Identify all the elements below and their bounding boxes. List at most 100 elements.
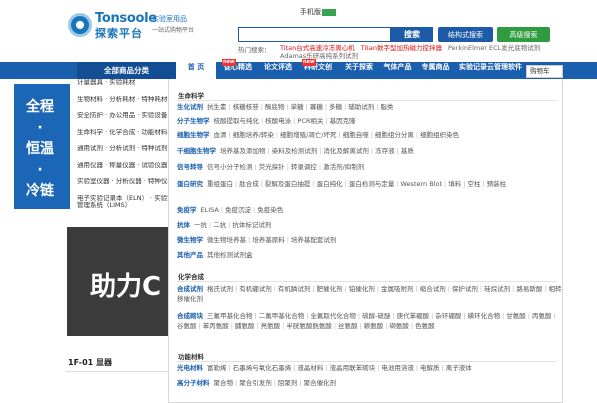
hot-search-term[interactable]: Titan台式高速冷冻离心机 bbox=[280, 44, 355, 52]
mega-subcategory-link[interactable]: 亮氨酸 bbox=[261, 322, 281, 330]
nav-item[interactable]: 实验记录云管理软件 bbox=[455, 62, 526, 79]
mega-category-link[interactable]: 免疫学 bbox=[177, 206, 197, 214]
mega-subcategory-link[interactable]: Western Blot bbox=[401, 180, 443, 188]
mega-subcategory-link[interactable]: 一抗 bbox=[194, 221, 207, 229]
mega-subcategory-link[interactable]: 二抗 bbox=[213, 221, 226, 229]
search-input[interactable] bbox=[238, 27, 391, 42]
mega-subcategory-link[interactable]: 三氟甲基化合物 bbox=[207, 312, 253, 320]
mega-subcategory-link[interactable]: 硅烷试剂 bbox=[484, 285, 510, 293]
mega-subcategory-link[interactable]: 免疫沉淀 bbox=[225, 206, 251, 214]
mega-subcategory-link[interactable]: 半胱氨酸胱氨酸 bbox=[286, 322, 332, 330]
mega-subcategory-link[interactable]: 丝氨酸 bbox=[338, 322, 358, 330]
left-category-item[interactable]: 生命科学 · 化学合成 · 功能材料 bbox=[77, 129, 176, 146]
mega-category-link[interactable]: 抗体 bbox=[177, 221, 190, 229]
mega-subcategory-link[interactable]: 磺环化合物 bbox=[468, 312, 501, 320]
mega-subcategory-link[interactable]: 多糖 bbox=[329, 103, 342, 111]
mega-subcategory-link[interactable]: 电解质 bbox=[420, 364, 440, 372]
mega-subcategory-link[interactable]: 基质 bbox=[401, 147, 414, 155]
mega-subcategory-link[interactable]: 基因克隆 bbox=[330, 117, 356, 125]
structure-search-button[interactable]: 结构式搜索 bbox=[438, 27, 493, 42]
mega-subcategory-link[interactable]: 富勒烯 bbox=[207, 364, 227, 372]
mega-category-link[interactable]: 蛋白研究 bbox=[177, 180, 203, 188]
advanced-search-button[interactable]: 高级搜索 bbox=[497, 27, 550, 42]
mega-subcategory-link[interactable]: 聚合引发剂 bbox=[239, 379, 272, 387]
left-category-item[interactable]: 计量器具 · 实验耗材 bbox=[77, 79, 176, 96]
mega-category-link[interactable]: 信号转导 bbox=[177, 163, 203, 171]
nav-item-label[interactable]: 实验记录云管理软件 bbox=[459, 63, 522, 71]
mega-subcategory-link[interactable]: 赖氨酸 bbox=[364, 322, 384, 330]
nav-item[interactable]: 论文评选 bbox=[259, 62, 297, 79]
mega-subcategory-link[interactable]: 重组蛋白 bbox=[207, 180, 233, 188]
mega-subcategory-link[interactable]: 激活剂/抑制剂 bbox=[323, 163, 364, 171]
mega-category-link[interactable]: 干细胞生物学 bbox=[177, 147, 216, 155]
mega-subcategory-link[interactable]: 预装柱 bbox=[487, 180, 507, 188]
mega-subcategory-link[interactable]: 肥催化剂 bbox=[317, 285, 343, 293]
mega-subcategory-link[interactable]: 核酸电泳 bbox=[265, 117, 291, 125]
mega-subcategory-link[interactable]: 甘氨酸 bbox=[506, 312, 526, 320]
mega-subcategory-link[interactable]: 二氟甲基化合物 bbox=[259, 312, 305, 320]
mega-subcategory-link[interactable]: 聚合物 bbox=[214, 379, 234, 387]
mega-subcategory-link[interactable]: 铂催化剂 bbox=[349, 285, 375, 293]
mega-category-link[interactable]: 合成砌块 bbox=[177, 312, 203, 320]
mega-subcategory-link[interactable]: 脯氨酸 bbox=[235, 322, 255, 330]
mega-subcategory-link[interactable]: 液晶材料 bbox=[297, 364, 323, 372]
mega-subcategory-link[interactable]: 培养基配套试剂 bbox=[291, 236, 337, 244]
hot-search-term[interactable]: PerkinElmer ECL发光底物试剂 bbox=[448, 44, 540, 52]
mega-subcategory-link[interactable]: 缩合试剂 bbox=[420, 285, 446, 293]
mega-category-link[interactable]: 高分子材料 bbox=[177, 379, 210, 387]
hot-search-term[interactable]: Titan数字型加热磁力搅拌器 bbox=[361, 44, 442, 52]
left-category-item[interactable]: 实验室仪器 · 分析仪器 · 特种仪器 bbox=[77, 178, 176, 195]
mega-subcategory-link[interactable]: 色氨酸 bbox=[415, 322, 435, 330]
mega-subcategory-link[interactable]: 全氟取代化合物 bbox=[310, 312, 356, 320]
mega-subcategory-link[interactable]: 填料 bbox=[448, 180, 461, 188]
mega-subcategory-link[interactable]: 染料及检测试剂 bbox=[272, 147, 318, 155]
nav-item-label[interactable]: 论文评选 bbox=[264, 63, 292, 71]
hot-search-term[interactable]: Adamas乐研高纯系列试剂 bbox=[280, 52, 358, 60]
nav-item[interactable]: 科研文创 new bbox=[298, 59, 338, 79]
mega-category-link[interactable]: 光电材料 bbox=[177, 364, 203, 372]
mega-subcategory-link[interactable]: 裂解及蛋白抽提 bbox=[265, 180, 311, 188]
mega-subcategory-link[interactable]: 苯丙氨酸 bbox=[203, 322, 229, 330]
mega-subcategory-link[interactable]: 有机膦试剂 bbox=[278, 285, 311, 293]
mega-subcategory-link[interactable]: 血清 bbox=[214, 131, 227, 139]
nav-item-label[interactable]: 首 页 bbox=[188, 63, 204, 71]
mega-subcategory-link[interactable]: 保护试剂 bbox=[452, 285, 478, 293]
mega-category-link[interactable]: 细胞生物学 bbox=[177, 131, 210, 139]
mega-subcategory-link[interactable]: 细胞组织染色 bbox=[420, 131, 459, 139]
mega-subcategory-link[interactable]: 抗体标记试剂 bbox=[232, 221, 271, 229]
all-categories-button[interactable]: 全部商品分类 bbox=[77, 62, 176, 79]
mega-category-link[interactable]: 生化试剂 bbox=[177, 103, 203, 111]
mega-subcategory-link[interactable]: 消化及解离试剂 bbox=[323, 147, 369, 155]
mega-subcategory-link[interactable]: 脂类 bbox=[380, 103, 393, 111]
nav-item[interactable]: 气体产品 bbox=[379, 62, 416, 79]
mobile-version-link[interactable]: 手机版 bbox=[300, 7, 336, 17]
mega-subcategory-link[interactable]: ELISA bbox=[201, 206, 219, 214]
mega-subcategory-link[interactable]: 庚代苯硼酸 bbox=[397, 312, 430, 320]
cart-label[interactable]: 购物车 bbox=[530, 67, 550, 75]
mega-category-link[interactable]: 分子生物学 bbox=[177, 117, 210, 125]
mega-subcategory-link[interactable]: 荧光探针 bbox=[259, 163, 285, 171]
mega-subcategory-link[interactable]: 细胞自噬 bbox=[343, 131, 369, 139]
mega-subcategory-link[interactable]: 肽合成 bbox=[239, 180, 259, 188]
mega-subcategory-link[interactable]: PCR相关 bbox=[297, 117, 323, 125]
nav-item[interactable]: 促心精选 new bbox=[218, 59, 258, 79]
logo-text-cn[interactable]: 探索平台 bbox=[95, 25, 143, 41]
nav-item-label[interactable]: 气体产品 bbox=[384, 63, 412, 71]
mega-subcategory-link[interactable]: 培养基及添加物 bbox=[220, 147, 266, 155]
mega-subcategory-link[interactable]: 核糖核苷 bbox=[233, 103, 259, 111]
nav-item[interactable]: 专属商品 bbox=[417, 62, 454, 79]
mega-category-link[interactable]: 其他产品 bbox=[177, 251, 203, 259]
mega-subcategory-link[interactable]: 阻聚剂 bbox=[278, 379, 298, 387]
left-category-item[interactable]: 通用仪器 · 称量仪器 · 试验仪器 bbox=[77, 162, 176, 179]
mega-subcategory-link[interactable]: 聚合催化剂 bbox=[304, 379, 337, 387]
mega-subcategory-link[interactable]: 抗生素 bbox=[207, 103, 227, 111]
search-button[interactable]: 搜索 bbox=[391, 27, 433, 42]
mega-subcategory-link[interactable]: 信号小分子检测 bbox=[207, 163, 253, 171]
mega-subcategory-link[interactable]: 酶底物 bbox=[265, 103, 285, 111]
logo-icon[interactable] bbox=[68, 13, 92, 37]
nav-item[interactable]: 首 页 bbox=[176, 62, 216, 79]
mega-subcategory-link[interactable]: 丙氨酸 bbox=[532, 312, 552, 320]
mega-subcategory-link[interactable]: 细胞培养/转染 bbox=[233, 131, 274, 139]
cart-button[interactable]: 购物车 bbox=[526, 65, 563, 78]
mega-subcategory-link[interactable]: 金属吸附剂 bbox=[381, 285, 414, 293]
